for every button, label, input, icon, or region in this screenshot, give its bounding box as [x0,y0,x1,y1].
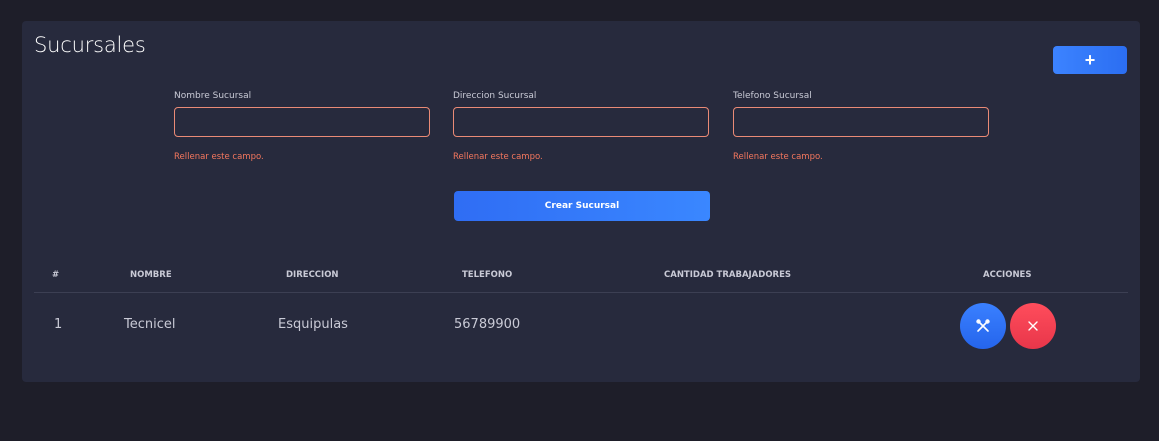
address-field-label: Direccion Sucursal [453,91,537,101]
header-number: # [52,270,60,280]
page-title: Sucursales [34,33,146,57]
edit-branch-button[interactable] [960,303,1006,349]
header-address: DIRECCION [286,270,339,280]
create-branch-button[interactable]: Crear Sucursal [454,191,710,221]
phone-field-group: Telefono Sucursal Rellenar este campo. [733,91,989,162]
wrench-cross-icon [976,319,990,332]
header-name: NOMBRE [130,270,172,280]
table-header: # NOMBRE DIRECCION TELEFONO CANTIDAD TRA… [34,261,1128,293]
header-workers: CANTIDAD TRABAJADORES [664,270,792,280]
row-phone: 56789900 [454,317,521,332]
row-name: Tecnicel [124,317,176,332]
add-branch-button[interactable]: + [1053,46,1127,74]
phone-field-label: Telefono Sucursal [733,91,812,101]
name-field-error: Rellenar este campo. [174,152,264,162]
delete-branch-button[interactable] [1010,303,1056,349]
phone-field-input[interactable] [733,107,989,137]
table-row: 1 Tecnicel Esquipulas 56789900 [34,293,1128,357]
address-field-input[interactable] [453,107,709,137]
header-actions: ACCIONES [983,270,1032,280]
phone-field-error: Rellenar este campo. [733,152,823,162]
row-id: 1 [54,317,63,332]
name-field-input[interactable] [174,107,430,137]
header-phone: TELEFONO [462,270,513,280]
branches-table: # NOMBRE DIRECCION TELEFONO CANTIDAD TRA… [34,261,1128,357]
name-field-group: Nombre Sucursal Rellenar este campo. [174,91,430,162]
address-field-group: Direccion Sucursal Rellenar este campo. [453,91,709,162]
name-field-label: Nombre Sucursal [174,91,252,101]
branches-card: Sucursales + Nombre Sucursal Rellenar es… [22,21,1140,382]
address-field-error: Rellenar este campo. [453,152,543,162]
row-address: Esquipulas [278,317,348,332]
close-icon [1028,321,1038,331]
